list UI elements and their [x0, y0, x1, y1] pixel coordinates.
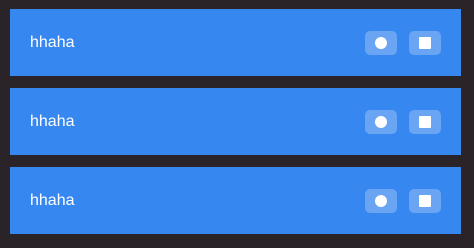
row-label: hhaha — [30, 191, 75, 209]
list-row[interactable]: hhaha — [10, 88, 461, 155]
record-icon — [375, 36, 387, 49]
stop-button[interactable] — [409, 109, 441, 134]
stop-icon — [419, 194, 431, 207]
row-actions — [365, 188, 441, 213]
row-label: hhaha — [30, 33, 75, 51]
stop-icon — [419, 36, 431, 49]
record-button[interactable] — [365, 30, 397, 55]
row-actions — [365, 109, 441, 134]
list-row[interactable]: hhaha — [10, 167, 461, 234]
row-label: hhaha — [30, 112, 75, 130]
list-row[interactable]: hhaha — [10, 9, 461, 76]
record-button[interactable] — [365, 109, 397, 134]
stop-button[interactable] — [409, 30, 441, 55]
row-actions — [365, 30, 441, 55]
record-icon — [375, 115, 387, 128]
record-icon — [375, 194, 387, 207]
row-list: hhaha hhaha hhaha — [10, 9, 461, 234]
stop-icon — [419, 115, 431, 128]
stop-button[interactable] — [409, 188, 441, 213]
record-button[interactable] — [365, 188, 397, 213]
